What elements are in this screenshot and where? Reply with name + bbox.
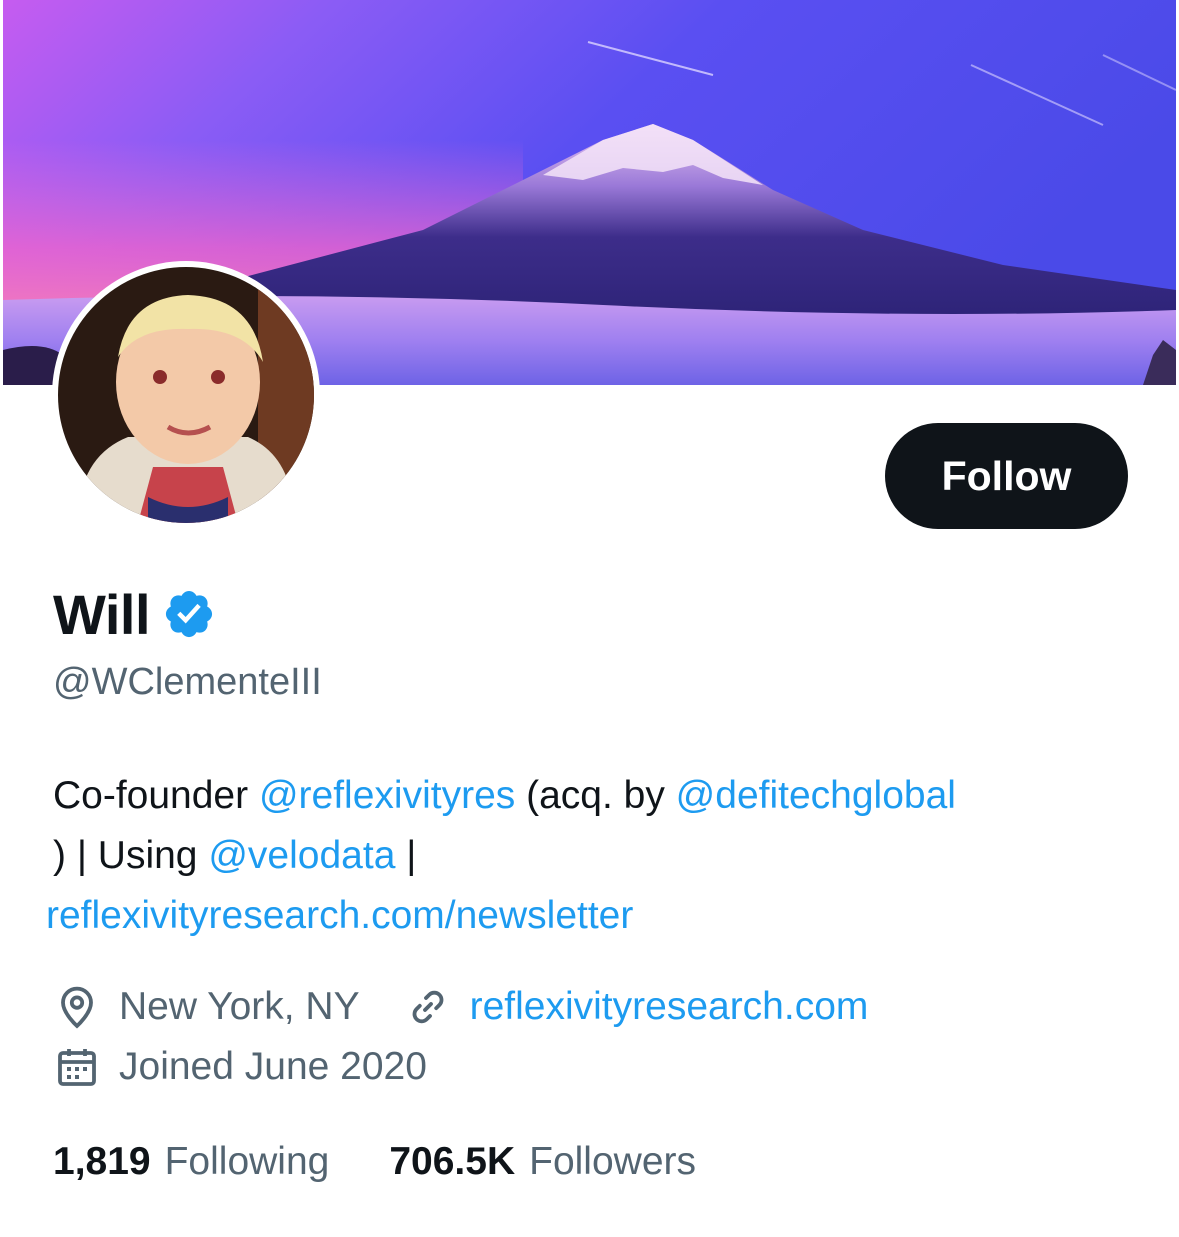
profile-stats: 1,819 Following 706.5K Followers xyxy=(53,1140,696,1184)
profile-name: Will xyxy=(53,582,151,646)
profile-handle: @WClementeIII xyxy=(53,661,322,703)
profile-bio: Co-founder @reflexivityres (acq. by @def… xyxy=(46,766,1143,946)
following-label: Following xyxy=(164,1140,330,1183)
bio-line-3: reflexivityresearch.com/newsletter xyxy=(46,886,1143,946)
bio-url-link[interactable]: reflexivityresearch.com/newsletter xyxy=(46,894,633,937)
mention-link-defitechglobal[interactable]: @defitechglobal xyxy=(676,774,956,817)
follow-button[interactable]: Follow xyxy=(885,423,1128,529)
profile-name-row: Will xyxy=(53,582,216,646)
mention-link-velodata[interactable]: @velodata xyxy=(208,834,395,877)
followers-label: Followers xyxy=(529,1140,696,1183)
link-icon xyxy=(412,990,443,1024)
bio-line-2: ) | Using @velodata | xyxy=(53,826,1143,886)
mention-link-reflexivityres[interactable]: @reflexivityres xyxy=(259,774,515,817)
avatar-image xyxy=(58,267,314,523)
profile-meta-row-1: New York, NY reflexivityresearch.com xyxy=(53,983,868,1031)
verified-badge-icon[interactable] xyxy=(162,587,216,641)
location-pin-icon xyxy=(61,986,93,1029)
profile-website-link[interactable]: reflexivityresearch.com xyxy=(470,985,869,1029)
calendar-icon xyxy=(58,1049,96,1086)
profile-joined-date: Joined June 2020 xyxy=(119,1045,427,1088)
following-count: 1,819 xyxy=(53,1140,151,1183)
bio-text: Co-founder xyxy=(53,774,259,817)
following-stat[interactable]: 1,819 Following xyxy=(53,1140,329,1184)
followers-stat[interactable]: 706.5K Followers xyxy=(389,1140,696,1184)
profile-location: New York, NY xyxy=(119,985,360,1028)
bio-line-1: Co-founder @reflexivityres (acq. by @def… xyxy=(53,766,1143,826)
bio-text: | xyxy=(395,834,417,877)
profile-meta-row-2: Joined June 2020 xyxy=(53,1043,427,1091)
followers-count: 706.5K xyxy=(389,1140,516,1183)
bio-text: (acq. by xyxy=(515,774,676,817)
profile-avatar[interactable] xyxy=(52,261,320,529)
bio-text: ) | Using xyxy=(53,834,209,877)
